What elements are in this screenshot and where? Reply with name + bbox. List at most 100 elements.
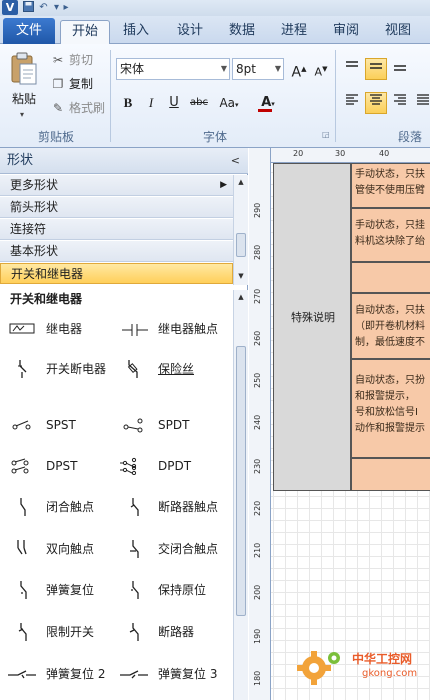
- scroll-thumb[interactable]: [236, 233, 246, 257]
- chevron-down-icon[interactable]: ▼: [221, 59, 227, 79]
- cell-line: （即开卷机材料: [355, 321, 425, 332]
- customize-icon[interactable]: ▸: [62, 1, 70, 14]
- tab-insert[interactable]: 插入: [116, 20, 156, 44]
- strikethrough-button[interactable]: abc: [188, 92, 210, 114]
- font-name-combo[interactable]: 宋体 ▼: [116, 58, 230, 80]
- stencil-connectors[interactable]: 连接符: [0, 219, 233, 240]
- shape-alternate-closed-contact[interactable]: 交闭合触点: [120, 534, 232, 564]
- shape-switch-disconnector[interactable]: 开关断电器: [8, 354, 118, 384]
- shape-spring-return[interactable]: 弹簧复位: [8, 575, 118, 605]
- scissors-icon: ✂: [52, 53, 64, 67]
- visio-logo-icon: V: [2, 0, 18, 15]
- stencil-switches-relays[interactable]: 开关和继电器: [0, 263, 233, 284]
- align-middle-button[interactable]: [365, 58, 387, 80]
- underline-button[interactable]: U: [163, 92, 185, 114]
- paste-button[interactable]: 粘贴 ▾: [6, 50, 42, 124]
- shape-dpdt[interactable]: DPDT: [120, 451, 232, 481]
- shrink-font-button[interactable]: A▼: [310, 58, 332, 80]
- table-label-column[interactable]: 特殊说明: [273, 163, 351, 491]
- copy-button[interactable]: ❐ 复制: [50, 74, 93, 94]
- tab-view[interactable]: 视图: [378, 20, 418, 44]
- shape-relay-contact[interactable]: 继电器触点: [120, 314, 232, 344]
- paste-label: 粘贴: [11, 92, 36, 106]
- scroll-up-icon[interactable]: ▲: [234, 175, 248, 189]
- dpdt-icon: [120, 457, 137, 475]
- shape-spst[interactable]: SPST: [8, 410, 118, 440]
- font-size-combo[interactable]: 8pt ▼: [232, 58, 284, 80]
- align-bottom-button[interactable]: [389, 58, 411, 80]
- align-top-button[interactable]: [341, 58, 363, 80]
- tab-design[interactable]: 设计: [170, 20, 210, 44]
- align-left-icon: [346, 94, 358, 105]
- dialog-launcher-icon[interactable]: ◲: [322, 130, 330, 139]
- save-icon[interactable]: [22, 1, 35, 14]
- tab-home[interactable]: 开始: [60, 20, 110, 45]
- limit-switch-icon: [18, 623, 27, 641]
- shape-bidirectional-contact[interactable]: 双向触点: [8, 534, 118, 564]
- breaker-contact-icon: [130, 498, 139, 516]
- shape-relay[interactable]: 继电器: [8, 314, 118, 344]
- bold-button[interactable]: B: [117, 92, 139, 114]
- ruler-label: 240: [253, 414, 262, 430]
- align-center-button[interactable]: [365, 92, 387, 114]
- shape-maintained-position[interactable]: 保持原位: [120, 575, 232, 605]
- cell-line: 料机这块除了绐: [355, 236, 425, 247]
- format-painter-button[interactable]: ✎ 格式刷: [50, 98, 105, 118]
- shape-spdt[interactable]: SPDT: [120, 410, 232, 440]
- stencil-arrow-shapes[interactable]: 箭头形状: [0, 197, 233, 218]
- spring-return-3-icon: [120, 670, 148, 679]
- scroll-up-icon[interactable]: ▲: [234, 290, 248, 304]
- grow-font-label: A: [291, 64, 302, 81]
- scroll-down-icon[interactable]: ▼: [234, 269, 248, 283]
- ruler-label: 220: [253, 500, 262, 516]
- shape-label: 弹簧复位 2: [46, 667, 106, 681]
- shape-circuit-breaker[interactable]: 断路器: [120, 617, 232, 647]
- watermark-name: 中华工控网: [352, 652, 413, 666]
- align-right-icon: [394, 94, 406, 105]
- table-cell[interactable]: [351, 458, 430, 491]
- ruler-label: 270: [253, 288, 262, 304]
- chevron-down-icon: ▾: [20, 110, 25, 119]
- ruler-label: 40: [379, 149, 390, 158]
- align-left-button[interactable]: [341, 92, 363, 114]
- tab-file[interactable]: 文件: [3, 18, 55, 44]
- shape-fuse[interactable]: 保险丝: [120, 354, 232, 384]
- paragraph-group-label: 段落: [398, 130, 423, 144]
- table-cell[interactable]: 手动状态，只挂 料机这块除了绐: [351, 208, 430, 262]
- table-cell[interactable]: 自动状态，只扮 和报警提示， 号和放松信号I 动作和报警提示: [351, 359, 430, 458]
- stencil-basic-shapes[interactable]: 基本形状: [0, 241, 233, 262]
- table-cell[interactable]: [351, 262, 430, 293]
- collapse-pane-icon[interactable]: <: [231, 148, 240, 174]
- shape-label: 闭合触点: [46, 500, 95, 514]
- cut-button[interactable]: ✂ 剪切: [50, 50, 93, 70]
- bidirectional-contact-icon: [17, 540, 27, 555]
- font-color-button[interactable]: A▾: [254, 92, 282, 114]
- stencil-label: 更多形状: [10, 178, 59, 192]
- ruler-label: 30: [335, 149, 346, 158]
- tab-review[interactable]: 审阅: [326, 20, 366, 44]
- stencil-more-shapes[interactable]: 更多形状 ▶: [0, 175, 233, 196]
- stencil-list-scrollbar[interactable]: ▲ ▼: [233, 175, 248, 285]
- justify-button[interactable]: [412, 92, 430, 114]
- shape-breaker-contact[interactable]: 断路器触点: [120, 492, 232, 522]
- table-cell[interactable]: 自动状态，只扶 （即开卷机材料 制，最低速度不: [351, 293, 430, 359]
- chevron-down-icon[interactable]: ▼: [275, 59, 281, 79]
- undo-icon[interactable]: ↶: [37, 1, 50, 14]
- shape-spring-return-3[interactable]: 弹簧复位 3: [120, 659, 232, 689]
- tab-data[interactable]: 数据: [222, 20, 262, 44]
- table-cell[interactable]: 手动状态，只扶 管使不使用压臂: [351, 163, 430, 208]
- grow-font-button[interactable]: A▲: [288, 58, 310, 81]
- align-right-button[interactable]: [389, 92, 411, 114]
- cell-line: 制，最低速度不: [355, 337, 425, 348]
- shape-label: 弹簧复位 3: [158, 667, 218, 681]
- scroll-thumb[interactable]: [236, 346, 246, 616]
- tab-process[interactable]: 进程: [274, 20, 314, 44]
- italic-button[interactable]: I: [140, 92, 162, 114]
- change-case-button[interactable]: Aa▾: [214, 92, 244, 114]
- dpst-icon: [11, 458, 29, 474]
- shape-dpst[interactable]: DPST: [8, 451, 118, 481]
- shape-limit-switch[interactable]: 限制开关: [8, 617, 118, 647]
- shape-closed-contact[interactable]: 闭合触点: [8, 492, 118, 522]
- shape-spring-return-2[interactable]: 弹簧复位 2: [8, 659, 118, 689]
- shapes-scrollbar[interactable]: ▲: [233, 290, 248, 700]
